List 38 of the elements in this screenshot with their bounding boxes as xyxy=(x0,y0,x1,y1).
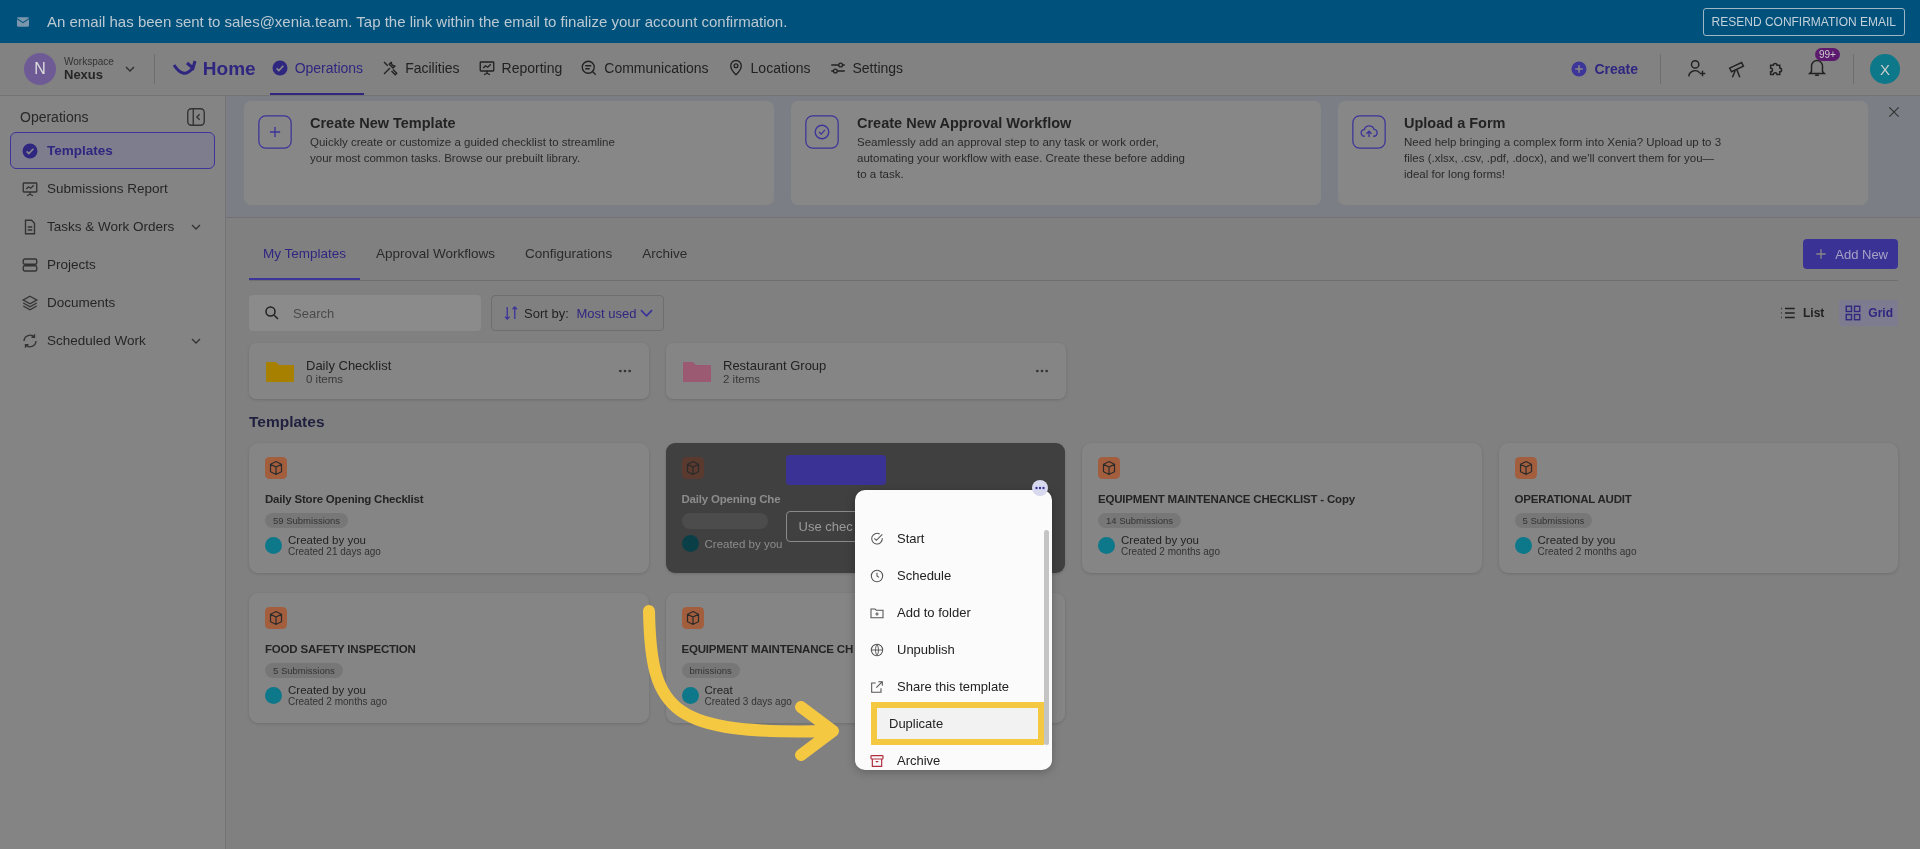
created-date: Created 3 days ago xyxy=(704,696,792,707)
notification-count: 99+ xyxy=(1815,48,1840,61)
creator-label: Created by you xyxy=(288,534,366,546)
template-title: FOOD SAFETY INSPECTION xyxy=(265,643,416,655)
folder-count: 0 items xyxy=(306,372,345,385)
creator-label: Creat xyxy=(704,684,733,696)
promo-description: Need help bringing a complex form into Xenia? Upload up to 3 files (.xlsx, .csv, .pdf, .docx), and we'll convert them for you—ideal for long forms! xyxy=(1404,135,1723,183)
creator-label: Created by you xyxy=(704,537,783,550)
promo-description: Seamlessly add an approval step to any task or work order, automating your workflow with ease. Create these before adding to a task. xyxy=(857,135,1186,183)
workspace-caption: Workspace xyxy=(64,56,114,67)
workspace-avatar: N xyxy=(24,53,56,85)
promo-title: Create New Template xyxy=(310,115,457,131)
template-title: EQUIPMENT MAINTENANCE CHECKLIST - Copy xyxy=(1098,493,1355,505)
template-title: Daily Opening Che xyxy=(681,493,781,505)
creator-label: Created by you xyxy=(1537,534,1616,546)
created-date: Created 2 months ago xyxy=(288,696,387,707)
section-heading: Templates xyxy=(249,413,326,431)
template-title: Daily Store Opening Checklist xyxy=(265,493,424,505)
created-date: Created 21 days ago xyxy=(288,546,381,557)
folder-count: 2 items xyxy=(723,372,762,385)
template-title: EQUIPMENT MAINTENANCE CH xyxy=(681,643,854,655)
created-date: Created 2 months ago xyxy=(1537,546,1637,557)
submissions-count: bmissions xyxy=(681,663,740,678)
submissions-count: 14 Submissions xyxy=(1098,513,1182,528)
folder-name: Daily Checklist xyxy=(306,357,393,373)
template-title: OPERATIONAL AUDIT xyxy=(1514,493,1632,505)
creator-label: Created by you xyxy=(288,684,366,696)
promo-description: Quickly create or customize a guided checklist to streamline your most common tasks. Browse our prebuilt library. xyxy=(310,135,616,167)
submissions-count: 59 Submissions xyxy=(265,513,349,528)
submissions-count: 5 Submissions xyxy=(1514,513,1593,528)
banner-message: An email has been sent to sales@xenia.team. Tap the link within the email to finalize your account confirmation. xyxy=(47,13,789,30)
promo-title: Create New Approval Workflow xyxy=(857,115,1073,131)
folder-name: Restaurant Group xyxy=(723,357,828,373)
promo-title: Upload a Form xyxy=(1404,115,1507,131)
sidebar-title: Operations xyxy=(20,109,89,125)
submissions-count: 5 Submissions xyxy=(265,663,343,678)
created-date: Created 2 months ago xyxy=(1121,546,1220,557)
creator-label: Created by you xyxy=(1121,534,1199,546)
